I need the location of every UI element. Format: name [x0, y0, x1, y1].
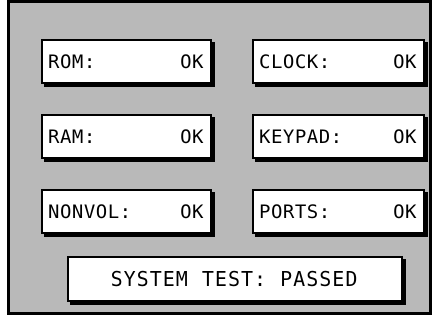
clock-status: OK: [393, 50, 417, 73]
ram-test-button[interactable]: RAM: OK: [41, 114, 212, 159]
clock-test-button[interactable]: CLOCK: OK: [252, 39, 425, 84]
system-test-gap: [267, 267, 280, 291]
nonvol-label: NONVOL:: [48, 200, 132, 223]
rom-status: OK: [180, 50, 204, 73]
keypad-label: KEYPAD:: [259, 125, 343, 148]
system-test-label: SYSTEM TEST:: [110, 267, 268, 291]
ram-status: OK: [180, 125, 204, 148]
system-test-status: PASSED: [280, 267, 359, 291]
keypad-status: OK: [393, 125, 417, 148]
rom-label: ROM:: [48, 50, 96, 73]
ports-label: PORTS:: [259, 200, 331, 223]
nonvol-test-button[interactable]: NONVOL: OK: [41, 189, 212, 234]
ram-label: RAM:: [48, 125, 96, 148]
keypad-test-button[interactable]: KEYPAD: OK: [252, 114, 425, 159]
ports-test-button[interactable]: PORTS: OK: [252, 189, 425, 234]
nonvol-status: OK: [180, 200, 204, 223]
ports-status: OK: [393, 200, 417, 223]
system-test-result-button[interactable]: SYSTEM TEST: PASSED: [67, 256, 403, 302]
rom-test-button[interactable]: ROM: OK: [41, 39, 212, 84]
system-test-screen: ROM: OK CLOCK: OK RAM: OK KEYPAD: OK NON…: [7, 0, 432, 315]
clock-label: CLOCK:: [259, 50, 331, 73]
